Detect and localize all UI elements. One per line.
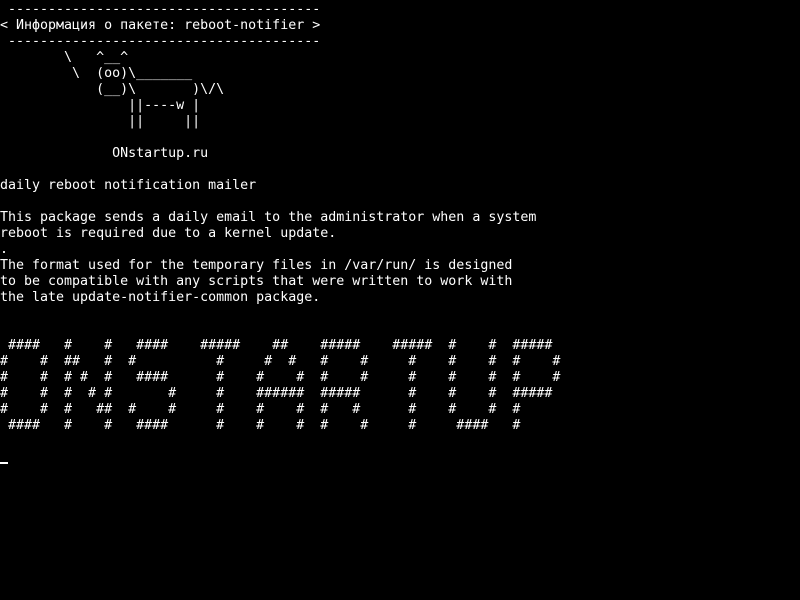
banner-ascii-line: # # # # # #### # # # # # # # # # #: [0, 370, 561, 385]
package-description-line: reboot is required due to a kernel updat…: [0, 226, 337, 241]
banner-ascii-line: #### # # #### # # # # # # #### #: [0, 418, 521, 433]
cow-ascii-line: (__)\ )\/\: [0, 82, 225, 97]
site-credit: ONstartup.ru: [0, 146, 209, 161]
banner-ascii-line: # # # ## # # # # # # # # # # #: [0, 402, 521, 417]
package-description-line: This package sends a daily email to the …: [0, 210, 537, 225]
banner-ascii-line: # # ## # # # # # # # # # # # #: [0, 354, 561, 369]
cow-ascii-line: \ (oo)\_______: [0, 66, 193, 81]
cowsay-border-top: ---------------------------------------: [0, 2, 321, 17]
cowsay-border-bottom: ---------------------------------------: [0, 34, 321, 49]
cow-ascii-line: \ ^__^: [0, 50, 129, 65]
package-description-line: the late update-notifier-common package.: [0, 290, 321, 305]
package-description-line: The format used for the temporary files …: [0, 258, 513, 273]
package-summary: daily reboot notification mailer: [0, 178, 257, 193]
terminal-screen: --------------------------------------- …: [0, 0, 800, 600]
banner-ascii-line: # # # # # # # ###### ##### # # # #####: [0, 386, 553, 401]
cowsay-message: < Информация о пакете: reboot-notifier >: [0, 18, 321, 33]
terminal-cursor[interactable]: [0, 462, 8, 464]
cow-ascii-line: ||----w |: [0, 98, 201, 113]
package-description-separator: .: [0, 242, 9, 257]
banner-ascii-line: #### # # #### ##### ## ##### ##### # # #…: [0, 338, 553, 353]
package-description-line: to be compatible with any scripts that w…: [0, 274, 513, 289]
cow-ascii-line: || ||: [0, 114, 201, 129]
